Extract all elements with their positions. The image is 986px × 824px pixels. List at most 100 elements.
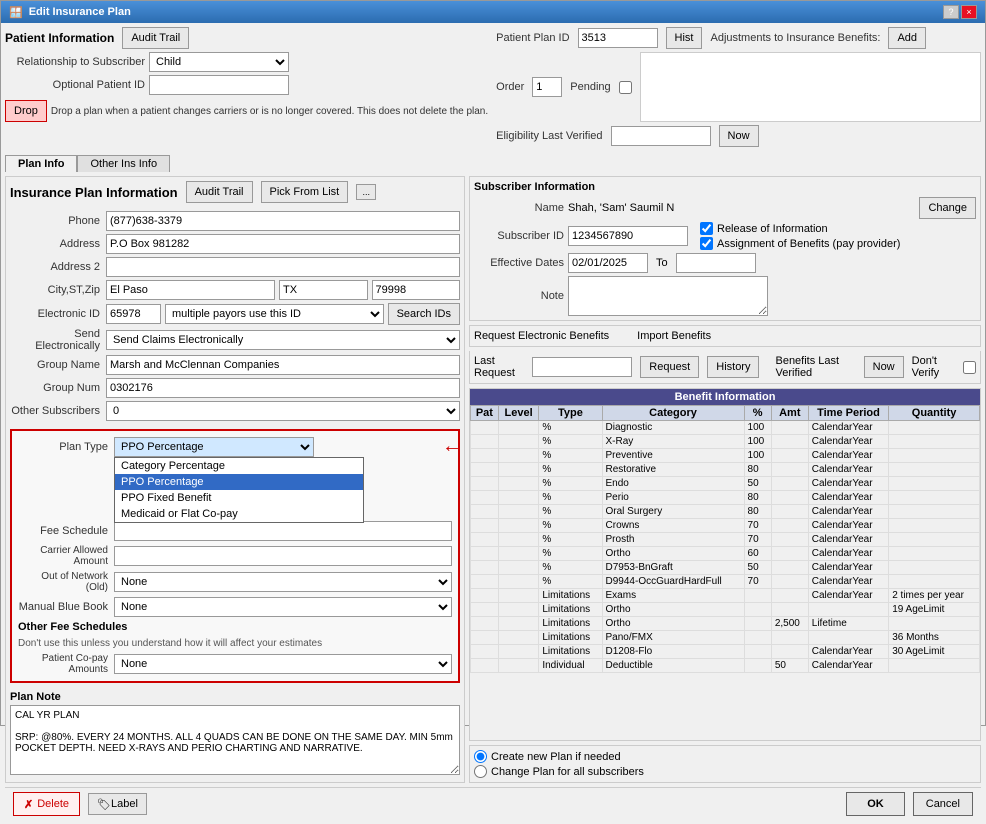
ok-button[interactable]: OK [846,792,905,816]
delete-button[interactable]: ✗ Delete [13,792,80,816]
cancel-button[interactable]: Cancel [913,792,973,816]
hist-button[interactable]: Hist [666,27,703,49]
effective-dates-label: Effective Dates [474,257,564,269]
phone-input[interactable] [106,211,460,231]
import-benefits-label: Import Benefits [637,330,711,342]
assignment-benefits-checkbox[interactable] [700,237,713,250]
help-button[interactable]: ? [943,5,959,19]
now-top-button[interactable]: Now [719,125,759,147]
subscriber-id-input[interactable] [568,226,688,246]
send-electronically-select[interactable]: Send Claims Electronically [106,330,460,350]
address-input[interactable] [106,234,460,254]
window-title: Edit Insurance Plan [29,6,131,18]
table-row: % Diagnostic 100 CalendarYear [471,421,980,435]
state-input[interactable] [279,280,368,300]
patient-copay-select[interactable]: None [114,654,452,674]
fee-schedule-input[interactable] [114,521,452,541]
audit-trail-plan-button[interactable]: Audit Trail [186,181,253,203]
drop-button[interactable]: Drop [5,100,47,122]
subscriber-name-value: Shah, 'Sam' Saumil N [568,202,674,214]
eligibility-input[interactable] [611,126,711,146]
address-label: Address [10,238,100,250]
table-row: Limitations D1208-Flo CalendarYear 30 Ag… [471,645,980,659]
x-icon: ✗ [24,798,33,811]
last-request-label: Last Request [474,355,524,379]
plan-type-label: Plan Type [18,441,108,453]
optional-patient-id-label: Optional Patient ID [5,79,145,91]
release-info-checkbox[interactable] [700,222,713,235]
plan-info-tab[interactable]: Plan Info [5,155,77,172]
expand-button[interactable]: ... [356,184,376,200]
table-row: Limitations Ortho 2,500 Lifetime [471,617,980,631]
group-num-input[interactable] [106,378,460,398]
effective-date-input[interactable] [568,253,648,273]
last-request-input[interactable] [532,357,632,377]
note-textarea[interactable] [568,276,768,316]
table-row: % Ortho 60 CalendarYear [471,547,980,561]
to-label: To [656,257,668,269]
optional-patient-id-input[interactable] [149,75,289,95]
table-row: Limitations Exams CalendarYear 2 times p… [471,589,980,603]
dropdown-ppo-fixed-benefit[interactable]: PPO Fixed Benefit [115,490,363,506]
now-benefits-button[interactable]: Now [864,356,904,378]
dropdown-category-percentage[interactable]: Category Percentage [115,458,363,474]
patient-information-title: Patient Information [5,31,114,45]
manual-blue-book-select[interactable]: None [114,597,452,617]
electronic-id-input[interactable] [106,304,161,324]
add-button[interactable]: Add [888,27,926,49]
group-name-input[interactable] [106,355,460,375]
carrier-allowed-input[interactable] [114,546,452,566]
audit-trail-top-button[interactable]: Audit Trail [122,27,189,49]
patient-plan-id-input[interactable] [578,28,658,48]
relationship-select[interactable]: Child [149,52,289,72]
benefit-information-title: Benefit Information [470,389,980,405]
table-row: Limitations Ortho 19 AgeLimit [471,603,980,617]
dropdown-medicaid-flat-copay[interactable]: Medicaid or Flat Co-pay [115,506,363,522]
dropdown-ppo-percentage[interactable]: PPO Percentage [115,474,363,490]
phone-label: Phone [10,215,100,227]
group-name-label: Group Name [10,359,100,371]
pending-checkbox[interactable] [619,81,632,94]
red-arrow-icon: ← [442,435,462,458]
send-electronically-label: Send Electronically [10,328,100,352]
effective-date-to-input[interactable] [676,253,756,273]
assignment-benefits-label: Assignment of Benefits (pay provider) [717,238,900,250]
multiple-payors-select[interactable]: multiple payors use this ID [165,304,384,324]
city-input[interactable] [106,280,275,300]
benefits-last-verified-label: Benefits Last Verified [775,355,855,379]
window-icon: 🪟 [9,6,23,19]
insurance-plan-title: Insurance Plan Information [10,185,178,200]
out-of-network-label: Out of Network (Old) [18,571,108,593]
close-button[interactable]: × [961,5,977,19]
plan-note-label: Plan Note [10,691,460,703]
change-plan-label: Change Plan for all subscribers [491,766,644,778]
change-plan-radio[interactable] [474,765,487,778]
col-type: Type [539,406,602,421]
pick-from-list-button[interactable]: Pick From List [261,181,349,203]
create-new-plan-radio[interactable] [474,750,487,763]
plan-type-select[interactable]: PPO Percentage [114,437,314,457]
table-row: % D9944-OccGuardHardFull 70 CalendarYear [471,575,980,589]
subscriber-section-title: Subscriber Information [474,181,976,193]
search-ids-button[interactable]: Search IDs [388,303,460,325]
col-quantity: Quantity [889,406,980,421]
zip-input[interactable] [372,280,461,300]
table-row: % Restorative 80 CalendarYear [471,463,980,477]
drop-message: Drop a plan when a patient changes carri… [51,106,488,117]
dont-verify-checkbox[interactable] [963,361,976,374]
change-button[interactable]: Change [919,197,976,219]
other-ins-info-tab[interactable]: Other Ins Info [77,155,170,172]
request-electronic-label: Request Electronic Benefits [474,330,609,342]
table-row: % Preventive 100 CalendarYear [471,449,980,463]
col-pct: % [744,406,771,421]
request-button[interactable]: Request [640,356,699,378]
adjustments-label: Adjustments to Insurance Benefits: [710,32,880,44]
other-subscribers-select[interactable]: 0 [106,401,460,421]
history-button[interactable]: History [707,356,759,378]
table-row: Individual Deductible 50 CalendarYear [471,659,980,673]
label-button[interactable]: 🏷 Label [88,793,147,815]
out-of-network-select[interactable]: None [114,572,452,592]
plan-note-textarea[interactable]: CAL YR PLAN SRP: @80%. EVERY 24 MONTHS. … [10,705,460,775]
order-input[interactable] [532,77,562,97]
address2-input[interactable] [106,257,460,277]
